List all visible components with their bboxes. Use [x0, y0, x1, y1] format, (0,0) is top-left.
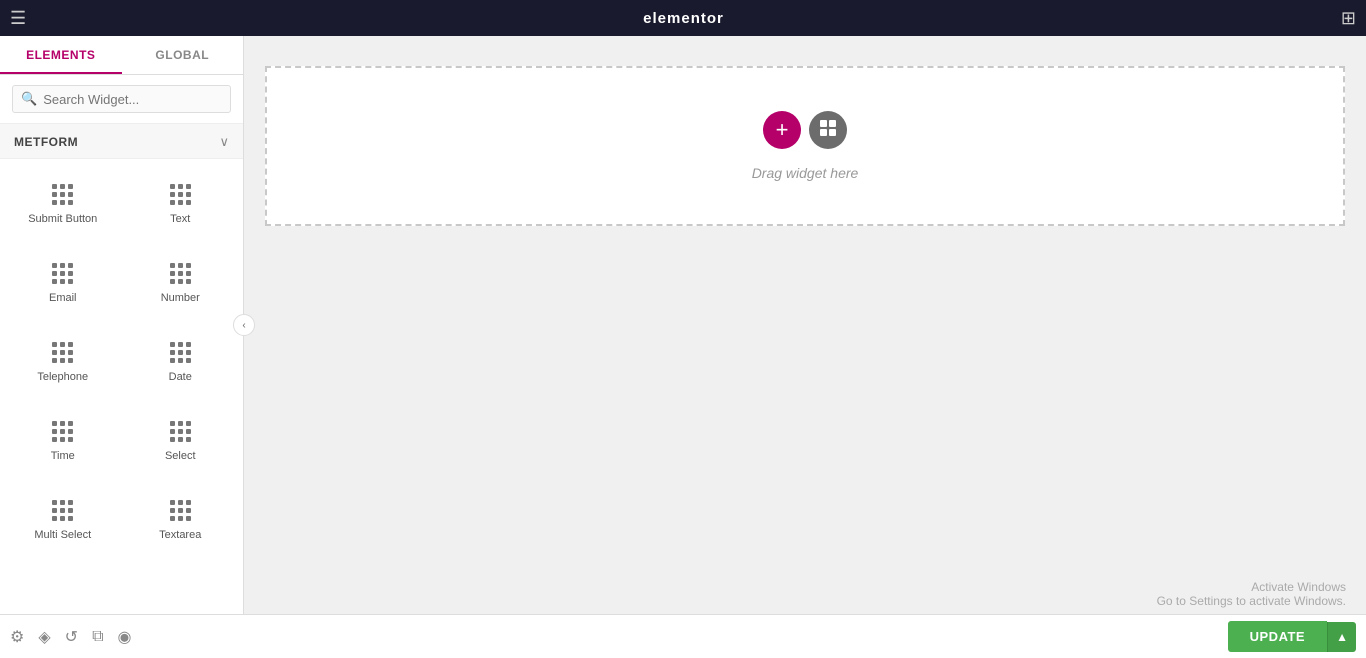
- widget-label-email: Email: [49, 292, 77, 304]
- plus-icon: +: [776, 119, 789, 141]
- widget-email[interactable]: Email: [6, 244, 120, 319]
- chevron-down-icon: ∨: [219, 134, 229, 150]
- bottom-icons: ⚙ ◈ ↺ ⧉ ◉: [10, 627, 1228, 647]
- history-icon[interactable]: ↺: [65, 627, 78, 647]
- update-button[interactable]: UPDATE: [1228, 621, 1327, 652]
- widget-icon-select: [170, 421, 191, 442]
- preview-icon[interactable]: ◉: [118, 627, 132, 647]
- top-bar: ☰ elementor ⊞: [0, 0, 1366, 36]
- widget-icon-submit-button: [52, 184, 73, 205]
- search-input-wrap: 🔍: [12, 85, 231, 113]
- widget-label-time: Time: [51, 450, 75, 462]
- canvas-section: + Drag widget here: [265, 66, 1345, 226]
- widget-label-select: Select: [165, 450, 196, 462]
- widget-select[interactable]: Select: [124, 402, 238, 477]
- responsive-icon[interactable]: ⧉: [92, 628, 103, 646]
- widget-label-text: Text: [170, 213, 190, 225]
- drag-widget-text: Drag widget here: [752, 165, 859, 181]
- widget-label-telephone: Telephone: [37, 371, 88, 383]
- widget-row: Multi Select Textarea: [4, 479, 239, 558]
- widget-time[interactable]: Time: [6, 402, 120, 477]
- widget-textarea[interactable]: Textarea: [124, 481, 238, 556]
- widget-icon-textarea: [170, 500, 191, 521]
- widget-label-textarea: Textarea: [159, 529, 201, 541]
- widget-row: Email Number: [4, 242, 239, 321]
- widget-label-submit-button: Submit Button: [28, 213, 97, 225]
- update-arrow-button[interactable]: ▲: [1327, 622, 1356, 652]
- sidebar-collapse-button[interactable]: ‹: [233, 314, 255, 336]
- widget-icon-time: [52, 421, 73, 442]
- layout-button[interactable]: [809, 111, 847, 149]
- widget-multi-select[interactable]: Multi Select: [6, 481, 120, 556]
- section-title: METFORM: [14, 135, 78, 149]
- widget-icon-email: [52, 263, 73, 284]
- activate-line2: Go to Settings to activate Windows.: [1157, 594, 1346, 608]
- widget-label-date: Date: [169, 371, 192, 383]
- widget-number[interactable]: Number: [124, 244, 238, 319]
- widget-submit-button[interactable]: Submit Button: [6, 165, 120, 240]
- widget-row: Time Select: [4, 400, 239, 479]
- section-header[interactable]: METFORM ∨: [0, 124, 243, 159]
- canvas-area: + Drag widget here Activate Wi: [244, 36, 1366, 614]
- canvas-action-buttons: +: [763, 111, 847, 149]
- widget-icon-text: [170, 184, 191, 205]
- menu-icon[interactable]: ☰: [10, 8, 26, 29]
- add-section-button[interactable]: +: [763, 111, 801, 149]
- activate-line1: Activate Windows: [1157, 580, 1346, 594]
- search-input[interactable]: [43, 92, 222, 107]
- sidebar: ELEMENTS GLOBAL 🔍 METFORM ∨: [0, 36, 244, 614]
- widget-text[interactable]: Text: [124, 165, 238, 240]
- update-button-wrap: UPDATE ▲: [1228, 621, 1356, 652]
- widget-icon-number: [170, 263, 191, 284]
- widget-icon-date: [170, 342, 191, 363]
- widget-row: Submit Button Text: [4, 163, 239, 242]
- bottom-toolbar: ⚙ ◈ ↺ ⧉ ◉ UPDATE ▲: [0, 614, 1366, 658]
- settings-icon[interactable]: ⚙: [10, 627, 24, 647]
- search-icon: 🔍: [21, 91, 37, 107]
- widget-grid: Submit Button Text: [0, 159, 243, 614]
- sidebar-tabs: ELEMENTS GLOBAL: [0, 36, 243, 75]
- widget-icon-multi-select: [52, 500, 73, 521]
- tab-elements[interactable]: ELEMENTS: [0, 36, 122, 74]
- widget-date[interactable]: Date: [124, 323, 238, 398]
- grid-icon[interactable]: ⊞: [1341, 8, 1356, 29]
- logo: elementor: [26, 10, 1341, 27]
- widget-label-number: Number: [161, 292, 200, 304]
- search-box: 🔍: [0, 75, 243, 124]
- widget-telephone[interactable]: Telephone: [6, 323, 120, 398]
- activate-windows-watermark: Activate Windows Go to Settings to activ…: [1157, 580, 1346, 608]
- main-layout: ELEMENTS GLOBAL 🔍 METFORM ∨: [0, 36, 1366, 614]
- widget-row: Telephone Date: [4, 321, 239, 400]
- layers-icon[interactable]: ◈: [38, 627, 50, 647]
- widget-icon-telephone: [52, 342, 73, 363]
- widget-label-multi-select: Multi Select: [34, 529, 91, 541]
- layout-icon: [819, 119, 837, 142]
- tab-global[interactable]: GLOBAL: [122, 36, 244, 74]
